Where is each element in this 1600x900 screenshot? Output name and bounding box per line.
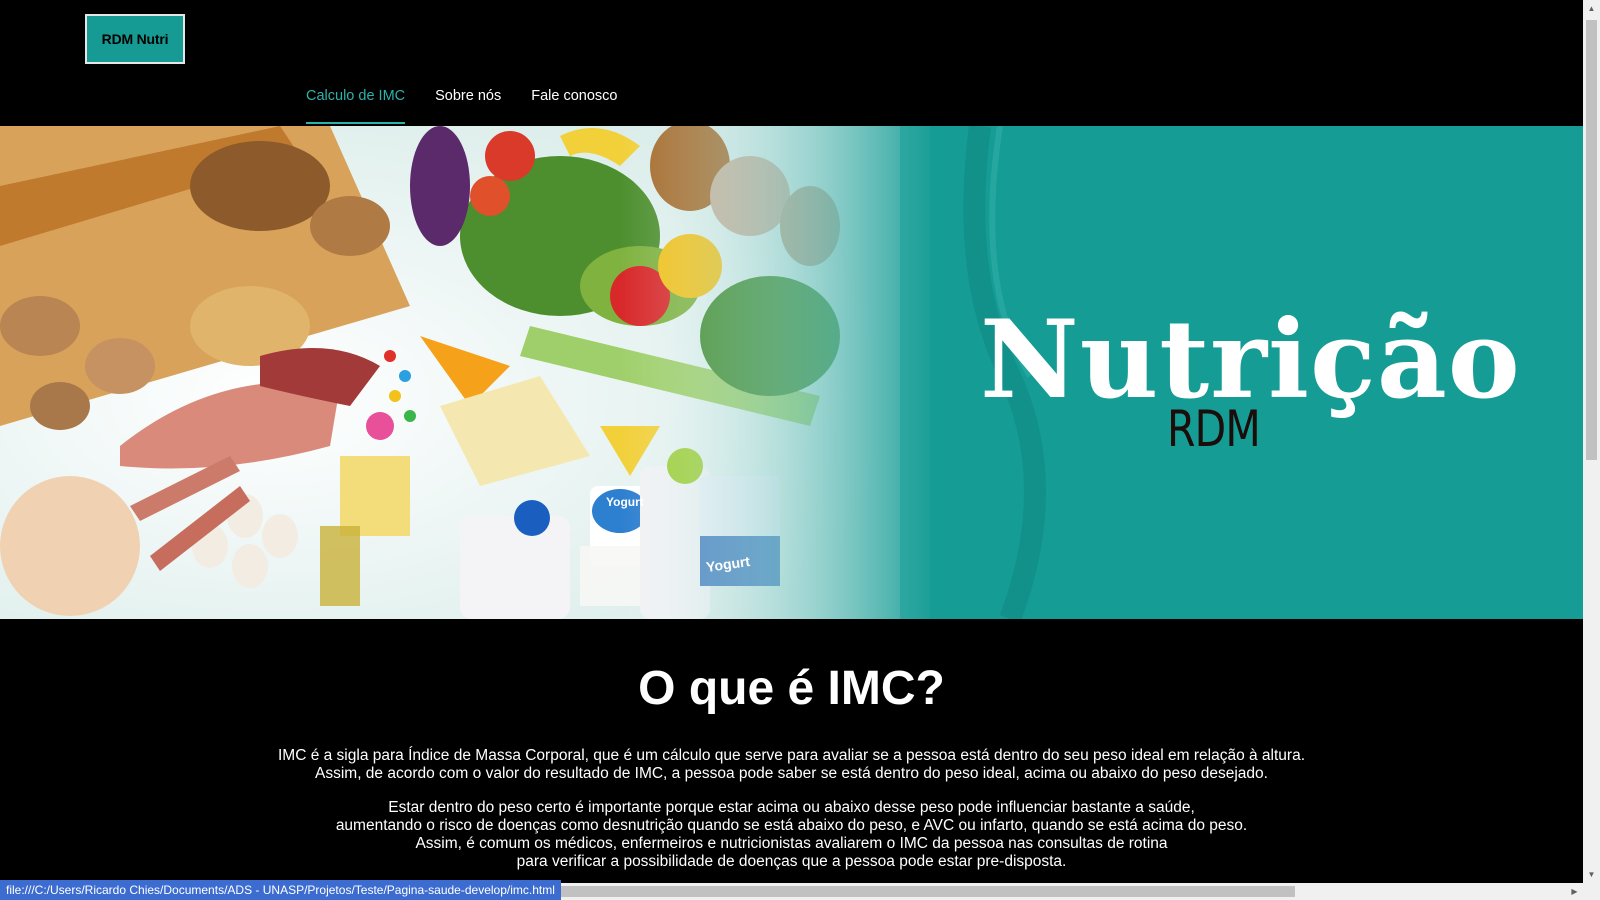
paragraph-line: Estar dentro do peso certo é importante … — [388, 799, 1195, 816]
paragraph-line: para verificar a possibilidade de doença… — [516, 853, 1067, 870]
vertical-scrollbar[interactable]: ▲ ▼ — [1583, 0, 1600, 883]
brand-logo-label: RDM Nutri — [101, 31, 169, 47]
banner-subtitle: RDM — [1167, 400, 1261, 458]
paragraph-line: Assim, de acordo com o valor do resultad… — [315, 765, 1268, 782]
scroll-right-icon[interactable]: ▶ — [1566, 883, 1583, 900]
banner-title: Nutrição — [980, 297, 1521, 423]
paragraph-line: aumentando o risco de doenças como desnu… — [335, 817, 1248, 834]
site-header: RDM Nutri Calculo de IMC Sobre nós Fale … — [0, 0, 1583, 126]
hero-banner: Yogurt Yogurt Nutrição RDM — [0, 126, 1583, 619]
imc-section: O que é IMC? IMC é a sigla para Índice d… — [0, 619, 1583, 900]
health-paragraph: Estar dentro do peso certo é importante … — [0, 799, 1583, 871]
vertical-scroll-thumb[interactable] — [1586, 20, 1597, 460]
paragraph-line: IMC é a sigla para Índice de Massa Corpo… — [277, 747, 1306, 764]
status-bar-url: file:///C:/Users/Ricardo Chies/Documents… — [0, 880, 561, 900]
scroll-up-icon[interactable]: ▲ — [1583, 0, 1600, 17]
section-title: O que é IMC? — [638, 662, 945, 715]
scroll-down-icon[interactable]: ▼ — [1583, 866, 1600, 883]
intro-paragraph: IMC é a sigla para Índice de Massa Corpo… — [0, 747, 1583, 783]
nav-item-calculo-imc[interactable]: Calculo de IMC — [306, 82, 406, 126]
main-nav: Calculo de IMC Sobre nós Fale conosco — [306, 82, 617, 126]
brand-logo-button[interactable]: RDM Nutri — [85, 14, 185, 64]
yogurt-label-1: Yogurt — [606, 495, 644, 509]
nav-item-sobre-nos[interactable]: Sobre nós — [435, 82, 501, 126]
nav-item-fale-conosco[interactable]: Fale conosco — [531, 82, 617, 126]
paragraph-line: Assim, é comum os médicos, enfermeiros e… — [415, 835, 1168, 852]
